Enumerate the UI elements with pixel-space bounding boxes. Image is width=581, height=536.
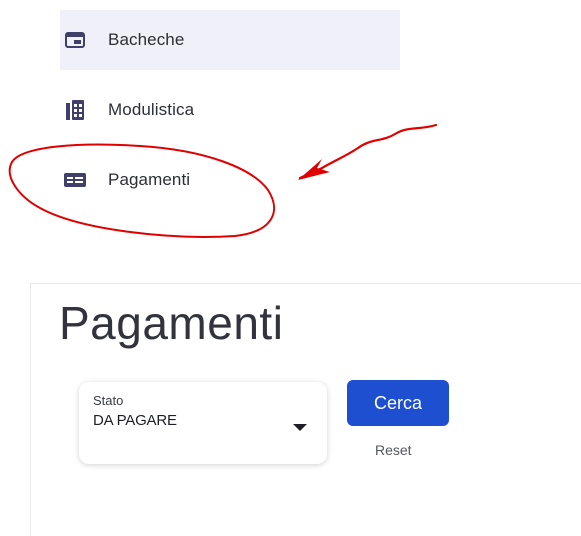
stato-select[interactable]: Stato DA PAGARE <box>79 382 327 464</box>
page-title: Pagamenti <box>59 297 284 349</box>
sidebar-item-bacheche[interactable]: Bacheche <box>60 10 400 70</box>
stato-value: DA PAGARE <box>93 412 177 429</box>
sidebar-item-label: Bacheche <box>108 30 185 49</box>
sidebar-item-pagamenti[interactable]: Pagamenti <box>60 150 400 210</box>
card-icon <box>64 29 86 51</box>
building-icon <box>64 99 86 121</box>
pagamenti-page: Pagamenti Stato DA PAGARE Cerca Reset <box>30 283 581 536</box>
cerca-button[interactable]: Cerca <box>347 380 449 426</box>
sidebar-item-label: Pagamenti <box>108 170 191 189</box>
reset-link[interactable]: Reset <box>375 442 412 458</box>
sidebar-item-label: Modulistica <box>108 100 195 119</box>
caret-down-icon[interactable] <box>293 424 307 431</box>
payment-card-icon <box>64 169 86 191</box>
sidebar: Bacheche Modulistica Pagamenti <box>0 0 581 270</box>
sidebar-item-modulistica[interactable]: Modulistica <box>60 80 400 140</box>
stato-label: Stato <box>93 393 124 408</box>
